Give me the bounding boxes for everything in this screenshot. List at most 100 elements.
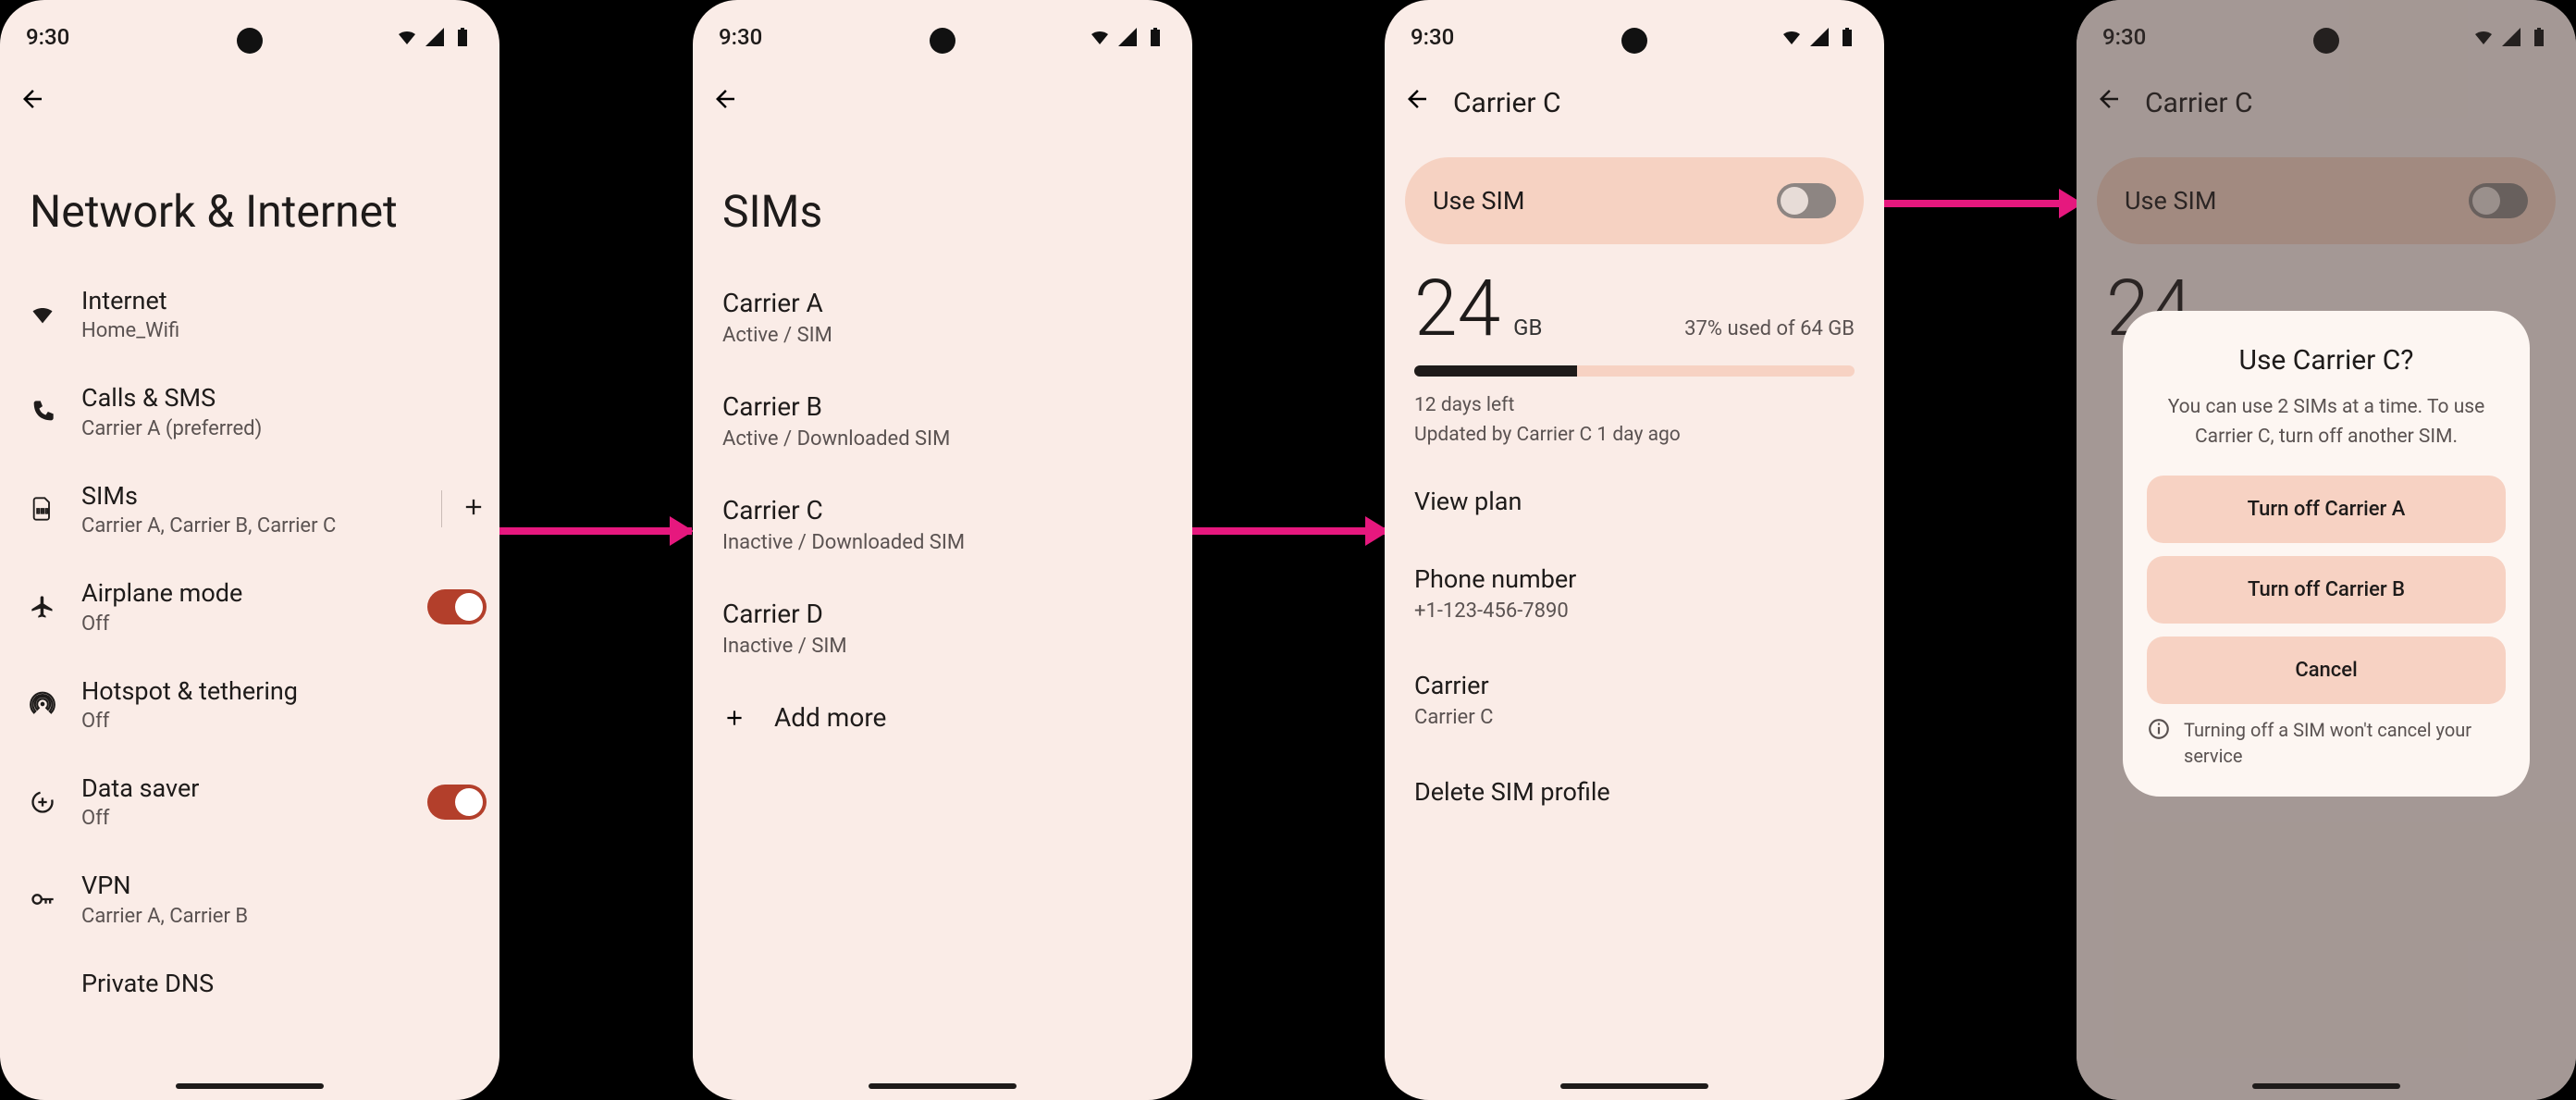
dialog-message: You can use 2 SIMs at a time. To use Car… — [2147, 393, 2506, 451]
sim-item-carrier-c[interactable]: Carrier C Inactive / Downloaded SIM — [722, 473, 1163, 576]
row-vpn[interactable]: VPN Carrier A, Carrier B — [30, 850, 487, 947]
usage-text: 37% used of 64 GB — [1684, 317, 1855, 340]
airplane-toggle[interactable] — [427, 589, 487, 624]
entry-value: +1-123-456-7890 — [1414, 599, 1855, 623]
data-saver-toggle[interactable] — [427, 785, 487, 820]
turn-off-carrier-a-button[interactable]: Turn off Carrier A — [2147, 476, 2506, 543]
page-title: SIMs — [693, 130, 1192, 266]
entry-value: Carrier C — [1414, 706, 1855, 729]
row-internet[interactable]: Internet Home_Wifi — [30, 266, 487, 363]
nav-handle[interactable] — [176, 1083, 324, 1089]
phone-icon — [30, 399, 55, 425]
use-sim-toggle[interactable] — [1777, 183, 1836, 218]
row-view-plan[interactable]: View plan — [1414, 463, 1855, 540]
row-subtitle: Off — [81, 807, 401, 830]
usage-updated: Updated by Carrier C 1 day ago — [1414, 421, 1855, 451]
sim-status: Active / Downloaded SIM — [722, 427, 1163, 451]
data-usage: 24 GB 37% used of 64 GB 12 days left Upd… — [1385, 263, 1884, 463]
entry-title: Carrier — [1414, 671, 1855, 700]
use-sim-label: Use SIM — [1433, 186, 1524, 216]
back-button[interactable] — [1403, 85, 1431, 120]
usage-days-left: 12 days left — [1414, 391, 1855, 421]
cancel-button[interactable]: Cancel — [2147, 637, 2506, 704]
dialog-footer: Turning off a SIM won't cancel your serv… — [2184, 717, 2506, 769]
status-time: 9:30 — [1411, 24, 1454, 50]
wifi-icon — [396, 26, 418, 48]
battery-icon — [1144, 26, 1166, 48]
wifi-icon — [30, 302, 55, 328]
button-label: Cancel — [2295, 659, 2357, 682]
row-title: VPN — [81, 871, 487, 900]
appbar-title: Carrier C — [1453, 87, 1561, 119]
row-data-saver[interactable]: Data saver Off — [30, 753, 487, 850]
camera-notch — [1621, 28, 1647, 54]
sim-item-carrier-a[interactable]: Carrier A Active / SIM — [722, 266, 1163, 369]
usage-amount: 24 — [1414, 263, 1500, 354]
airplane-icon — [30, 594, 55, 620]
plus-icon — [722, 706, 746, 730]
row-airplane[interactable]: Airplane mode Off — [30, 558, 487, 655]
button-label: Turn off Carrier A — [2248, 498, 2406, 521]
arrow-back-icon — [18, 85, 46, 113]
usage-bar — [1414, 365, 1855, 377]
sim-status: Active / SIM — [722, 324, 1163, 347]
row-subtitle: Home_Wifi — [81, 319, 487, 342]
wifi-icon — [1089, 26, 1111, 48]
sim-name: Carrier A — [722, 288, 1163, 318]
row-subtitle: Carrier A, Carrier B, Carrier C — [81, 514, 415, 538]
info-icon — [2147, 717, 2171, 741]
row-subtitle: Off — [81, 710, 487, 733]
entry-title: View plan — [1414, 487, 1855, 516]
nav-handle[interactable] — [2252, 1083, 2400, 1089]
page-title: Network & Internet — [0, 130, 499, 266]
battery-icon — [451, 26, 474, 48]
arrow-back-icon — [711, 85, 739, 113]
sim-name: Carrier B — [722, 391, 1163, 422]
row-phone-number[interactable]: Phone number +1-123-456-7890 — [1414, 540, 1855, 647]
sim-icon — [30, 496, 55, 522]
row-subtitle: Off — [81, 612, 401, 636]
row-carrier[interactable]: Carrier Carrier C — [1414, 647, 1855, 753]
back-button[interactable] — [711, 85, 739, 120]
turn-off-carrier-b-button[interactable]: Turn off Carrier B — [2147, 556, 2506, 624]
wifi-icon — [1781, 26, 1803, 48]
nav-handle[interactable] — [869, 1083, 1017, 1089]
row-title: Data saver — [81, 773, 401, 803]
use-sim-row[interactable]: Use SIM — [1405, 157, 1864, 244]
status-icons — [396, 26, 474, 48]
use-carrier-dialog: Use Carrier C? You can use 2 SIMs at a t… — [2123, 311, 2530, 797]
sim-status: Inactive / Downloaded SIM — [722, 531, 1163, 554]
camera-notch — [930, 28, 955, 54]
sim-item-carrier-d[interactable]: Carrier D Inactive / SIM — [722, 576, 1163, 680]
usage-unit: GB — [1513, 315, 1542, 340]
plus-icon — [461, 494, 487, 520]
row-title: Airplane mode — [81, 578, 401, 608]
sim-status: Inactive / SIM — [722, 635, 1163, 658]
dialog-title: Use Carrier C? — [2147, 344, 2506, 377]
row-hotspot[interactable]: Hotspot & tethering Off — [30, 656, 487, 753]
arrow-back-icon — [1403, 85, 1431, 113]
row-title: Private DNS — [81, 969, 487, 998]
add-sim-button[interactable] — [461, 494, 487, 524]
nav-handle[interactable] — [1560, 1083, 1708, 1089]
status-time: 9:30 — [719, 24, 762, 50]
camera-notch — [237, 28, 263, 54]
entry-title: Delete SIM profile — [1414, 777, 1855, 807]
status-icons — [1781, 26, 1858, 48]
row-title: Hotspot & tethering — [81, 676, 487, 706]
data-saver-icon — [30, 789, 55, 815]
row-title: Internet — [81, 286, 487, 315]
row-private-dns[interactable]: Private DNS — [30, 948, 487, 1019]
hotspot-icon — [30, 691, 55, 717]
row-delete-sim[interactable]: Delete SIM profile — [1414, 753, 1855, 831]
row-sims[interactable]: SIMs Carrier A, Carrier B, Carrier C — [30, 461, 487, 558]
add-more-label: Add more — [774, 702, 886, 733]
row-subtitle: Carrier A (preferred) — [81, 417, 487, 440]
battery-icon — [1836, 26, 1858, 48]
row-calls-sms[interactable]: Calls & SMS Carrier A (preferred) — [30, 363, 487, 460]
back-button[interactable] — [18, 85, 46, 120]
signal-icon — [424, 26, 446, 48]
sim-item-carrier-b[interactable]: Carrier B Active / Downloaded SIM — [722, 369, 1163, 473]
status-time: 9:30 — [26, 24, 69, 50]
add-more-button[interactable]: Add more — [722, 680, 1163, 755]
